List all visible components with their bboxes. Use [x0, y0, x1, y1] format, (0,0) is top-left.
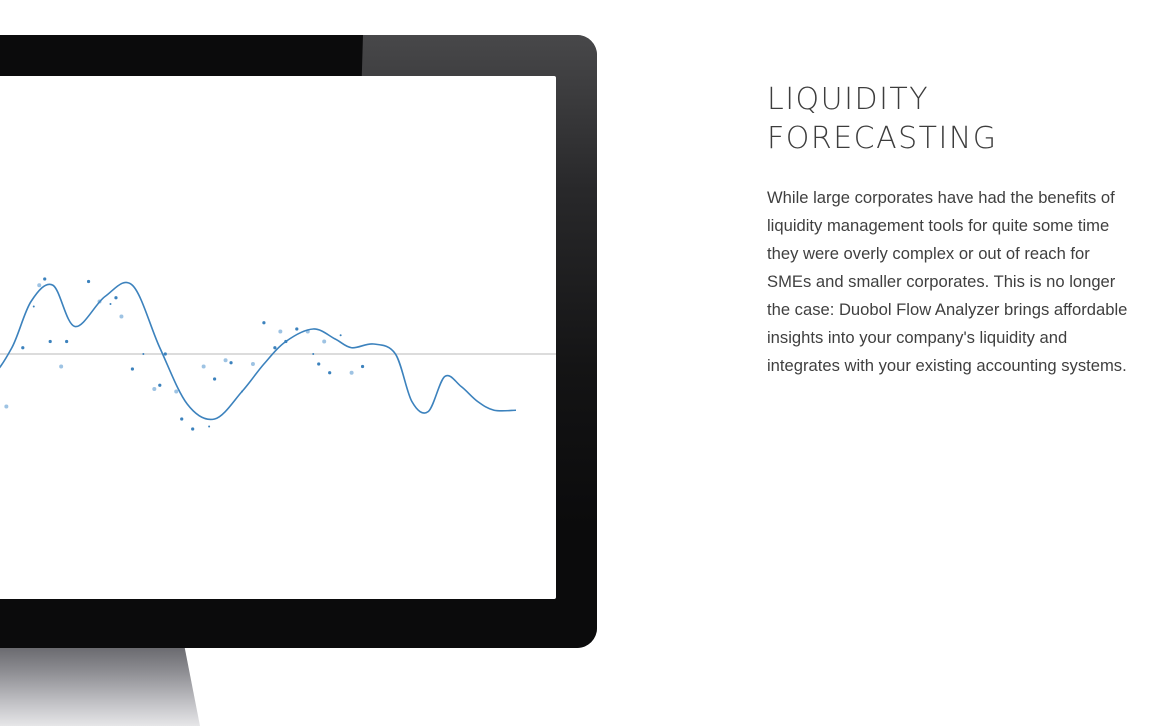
scatter-point — [180, 417, 184, 421]
monitor-screen — [0, 76, 556, 599]
scatter-point — [119, 314, 124, 319]
scatter-point — [158, 383, 162, 387]
scatter-point — [208, 425, 211, 428]
scatter-point — [322, 339, 327, 344]
scatter-point — [59, 364, 64, 369]
scatter-point — [109, 303, 112, 305]
scatter-point — [339, 334, 342, 337]
scatter-point — [21, 346, 25, 350]
scatter-point — [312, 353, 315, 355]
forecast-chart — [0, 277, 556, 431]
scatter-point — [48, 339, 52, 344]
scatter-point — [213, 377, 217, 381]
scatter-point — [223, 358, 228, 363]
section-body: While large corporates have had the bene… — [767, 188, 1128, 375]
scatter-point — [86, 279, 91, 284]
scatter-point — [152, 387, 157, 391]
scatter-point — [295, 327, 299, 331]
section-title-line: FORECASTING — [767, 121, 998, 156]
scatter-point — [278, 329, 283, 334]
scatter-point — [114, 296, 118, 300]
scatter-point — [130, 367, 134, 371]
scatter-point — [65, 339, 69, 344]
scatter-point — [328, 371, 332, 375]
scatter-point — [4, 404, 9, 409]
scatter-point — [191, 427, 195, 431]
scatter-point — [32, 305, 35, 308]
scatter-point — [37, 283, 42, 288]
scatter-point — [174, 389, 179, 394]
forecast-line — [0, 281, 517, 421]
page: LIQUIDITY FORECASTING While large corpor… — [0, 0, 1152, 726]
monitor-stand — [0, 640, 200, 726]
scatter-point — [43, 277, 47, 281]
scatter-point — [349, 370, 354, 375]
scatter-point — [142, 353, 145, 355]
scatter-point — [273, 346, 277, 350]
scatter-point — [229, 361, 233, 365]
scatter-point — [201, 364, 206, 369]
section-title: LIQUIDITY FORECASTING — [767, 80, 1137, 158]
scatter-point — [163, 352, 167, 356]
feature-section: LIQUIDITY FORECASTING While large corpor… — [767, 80, 1137, 380]
scatter-point — [250, 362, 255, 366]
scatter-point — [317, 362, 321, 366]
scatter-point — [262, 321, 266, 325]
section-title-line: LIQUIDITY — [767, 82, 930, 117]
scatter-point — [360, 364, 365, 369]
